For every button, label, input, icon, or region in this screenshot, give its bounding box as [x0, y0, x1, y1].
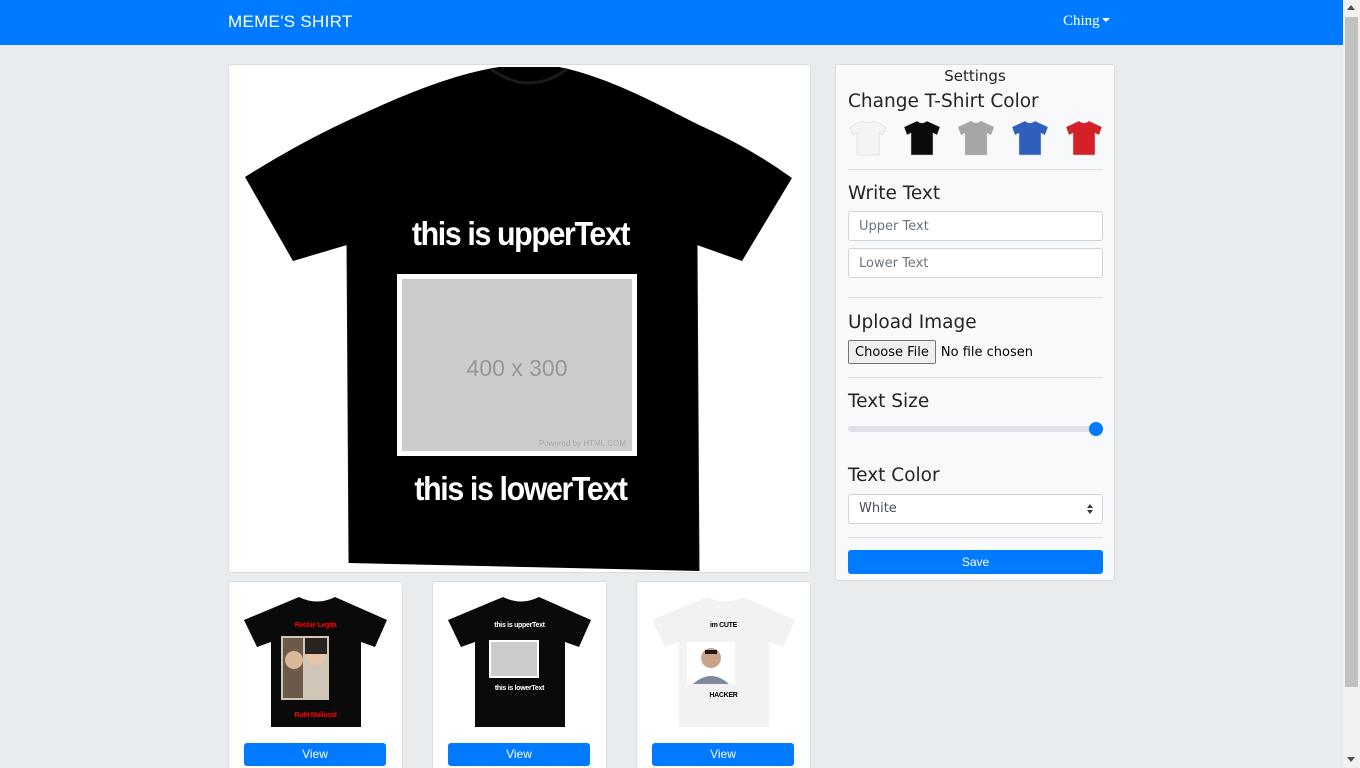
view-button[interactable]: View [652, 743, 794, 766]
placeholder-credit: Powered by HTML.COM [538, 439, 626, 448]
shirt-color-swatch-red-shirt[interactable] [1064, 119, 1104, 157]
placeholder-label: 400 x 300 [466, 355, 568, 381]
divider [848, 377, 1103, 378]
divider [848, 297, 1103, 298]
shirt-color-swatch-gray-shirt[interactable] [956, 119, 996, 157]
text-size-slider[interactable] [848, 426, 1103, 432]
text-color-heading: Text Color [848, 465, 940, 486]
text-size-slider-handle[interactable] [1089, 422, 1103, 436]
choose-file-button[interactable]: Choose File [848, 340, 936, 364]
file-upload: Choose File No file chosen [848, 340, 1033, 364]
upper-text-input[interactable] [848, 211, 1103, 241]
view-button[interactable]: View [244, 743, 386, 766]
scrollbar-thumb[interactable] [1345, 17, 1358, 687]
shirt-color-swatch-black-shirt[interactable] [902, 119, 942, 157]
scroll-down-icon[interactable] [1347, 757, 1355, 762]
caret-down-icon [1101, 17, 1110, 22]
text-color-select[interactable]: White [848, 494, 1103, 524]
page-scrollbar[interactable] [1343, 0, 1360, 768]
saved-upper-text: this is upperText [494, 622, 545, 629]
image-placeholder: 400 x 300 Powered by HTML.COM [402, 279, 632, 451]
saved-upper-text: Rechie Legita [294, 622, 337, 629]
saved-lower-text: Ruth Malinsol [294, 712, 337, 719]
scroll-up-icon[interactable] [1347, 5, 1355, 10]
user-name: Ching [1063, 13, 1100, 29]
saved-shirt-image [652, 597, 795, 727]
file-status: No file chosen [940, 344, 1033, 360]
save-button[interactable]: Save [848, 550, 1103, 574]
select-arrows-icon [1087, 504, 1093, 514]
write-text-heading: Write Text [848, 183, 941, 204]
settings-title: Settings [944, 67, 1006, 85]
saved-shirt-card: this is upperText this is lowerText View [432, 581, 607, 768]
shirt-color-swatch-blue-shirt[interactable] [1010, 119, 1050, 157]
shirt-color-swatch-white-shirt[interactable] [848, 119, 888, 157]
shirt-color-heading: Change T-Shirt Color [848, 91, 1039, 112]
lower-text-input[interactable] [848, 248, 1103, 278]
saved-lower-text: HACKER [709, 692, 738, 699]
saved-upper-text: im CUTE [709, 622, 738, 629]
text-color-selected: White [859, 501, 897, 516]
divider [848, 537, 1103, 538]
saved-lower-text: this is lowerText [494, 685, 545, 692]
text-size-heading: Text Size [848, 391, 930, 412]
saved-shirt-card: im CUTE HACKER View [636, 581, 811, 768]
saved-shirt-image [448, 597, 591, 727]
brand-link[interactable]: MEME'S SHIRT [228, 12, 353, 32]
settings-panel: Settings Change T-Shirt Color Write Text… [835, 64, 1115, 581]
preview-image: 400 x 300 Powered by HTML.COM [397, 274, 637, 456]
preview-upper-text: this is upperText [411, 215, 631, 252]
saved-shirt-image [244, 597, 387, 727]
saved-shirt-card: Rechie Legita Ruth Malinsol View [228, 581, 403, 768]
user-menu[interactable]: Ching [1063, 13, 1110, 30]
shirt-preview-card: this is upperText 400 x 300 Powered by H… [228, 64, 811, 573]
navbar: MEME'S SHIRT Ching [0, 0, 1343, 45]
view-button[interactable]: View [448, 743, 590, 766]
preview-lower-text: this is lowerText [414, 470, 628, 507]
divider [848, 169, 1103, 170]
upload-image-heading: Upload Image [848, 312, 977, 333]
